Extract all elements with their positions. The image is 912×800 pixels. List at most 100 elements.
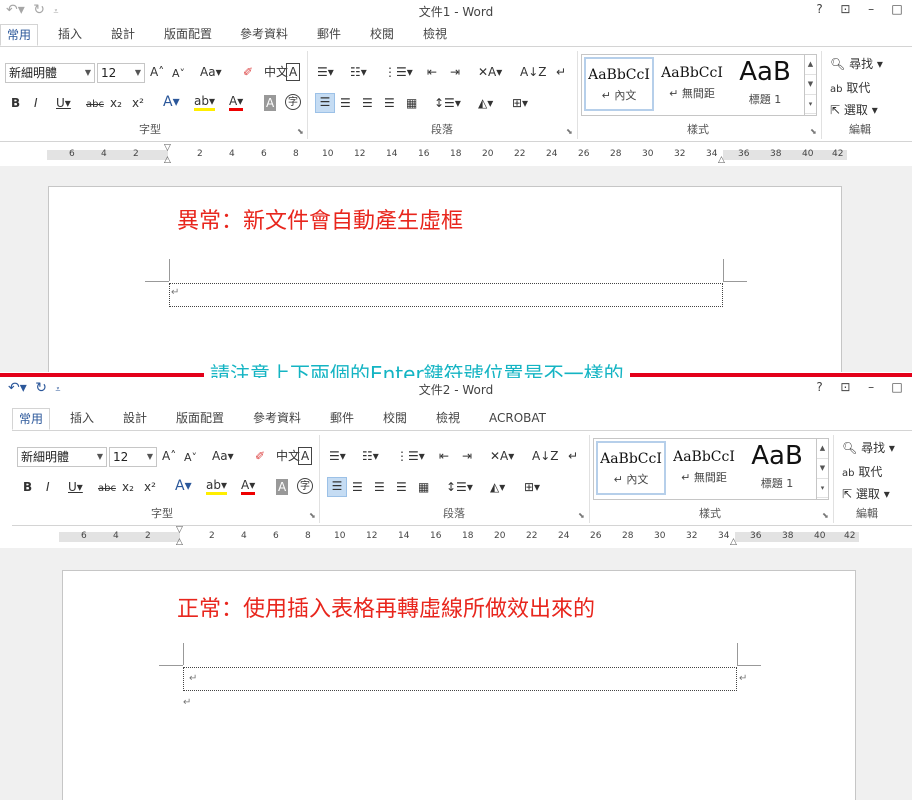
tab-acrobat[interactable]: ACROBAT: [483, 408, 552, 430]
character-shading-icon[interactable]: A: [264, 95, 277, 111]
asian-layout-icon[interactable]: ✕A▾: [478, 64, 502, 80]
scroll-down-icon[interactable]: ▼: [817, 459, 828, 479]
grow-font-icon[interactable]: A˄: [162, 448, 176, 464]
subscript-icon[interactable]: x₂: [122, 479, 134, 495]
scroll-up-icon[interactable]: ▲: [805, 55, 816, 75]
highlight-color-icon[interactable]: ab▾: [206, 479, 227, 495]
tab-insert[interactable]: 插入: [52, 24, 88, 46]
find-button[interactable]: 🔍︎ 尋找 ▾: [830, 55, 883, 72]
styles-scrollbar[interactable]: ▲ ▼ ▾: [816, 439, 828, 499]
phonetic-guide-icon[interactable]: 中文: [264, 64, 288, 80]
highlight-color-icon[interactable]: ab▾: [194, 95, 215, 111]
right-indent-marker[interactable]: △: [730, 537, 737, 547]
enclose-characters-icon[interactable]: 字: [285, 94, 301, 110]
dotted-table-frame[interactable]: [183, 667, 737, 691]
align-left-icon[interactable]: ☰: [315, 93, 335, 113]
clear-formatting-icon[interactable]: ✐: [243, 64, 253, 80]
bullets-icon[interactable]: ☰▾: [317, 64, 334, 80]
show-formatting-marks-icon[interactable]: ↵: [568, 448, 578, 464]
font-size-combo[interactable]: 12 ▼: [109, 447, 157, 467]
italic-icon[interactable]: I: [46, 479, 50, 495]
styles-scrollbar[interactable]: ▲ ▼ ▾: [804, 55, 816, 115]
tab-view[interactable]: 檢視: [417, 24, 453, 46]
help-button[interactable]: ?: [809, 2, 831, 16]
asian-layout-icon[interactable]: ✕A▾: [490, 448, 514, 464]
line-spacing-icon[interactable]: ↕☰▾: [446, 479, 473, 495]
first-line-indent-marker[interactable]: ▽: [164, 143, 171, 153]
ribbon-display-button[interactable]: ⊡: [834, 380, 856, 394]
phonetic-guide-icon[interactable]: 中文: [276, 448, 300, 464]
tab-layout[interactable]: 版面配置: [158, 24, 218, 46]
enclose-characters-icon[interactable]: 字: [297, 478, 313, 494]
shading-icon[interactable]: ◭▾: [490, 479, 505, 495]
character-border-icon[interactable]: A: [298, 447, 313, 465]
font-name-combo[interactable]: 新細明體 ▼: [17, 447, 107, 467]
tab-mailings[interactable]: 郵件: [324, 408, 360, 430]
minimize-button[interactable]: –: [860, 380, 882, 394]
tab-view[interactable]: 檢視: [430, 408, 466, 430]
clear-formatting-icon[interactable]: ✐: [255, 448, 265, 464]
italic-icon[interactable]: I: [34, 95, 38, 111]
first-line-indent-marker[interactable]: ▽: [176, 525, 183, 535]
minimize-button[interactable]: –: [860, 2, 882, 16]
align-center-icon[interactable]: ☰: [340, 95, 351, 111]
strikethrough-icon[interactable]: abc: [98, 481, 116, 497]
change-case-icon[interactable]: Aa▾: [200, 64, 222, 80]
grow-font-icon[interactable]: A˄: [150, 64, 164, 80]
tab-home[interactable]: 常用: [0, 24, 39, 46]
replace-button[interactable]: ab 取代: [830, 79, 870, 96]
style-heading-1[interactable]: AaB 標題 1: [730, 57, 800, 111]
text-effects-icon[interactable]: A▾: [163, 94, 180, 110]
select-button[interactable]: ⇱ 選取 ▾: [842, 485, 890, 502]
horizontal-ruler[interactable]: 6 4 2 2 4 6 8 10 12 14 16 18 20 22 24 26…: [59, 525, 859, 547]
multilevel-list-icon[interactable]: ⋮☰▾: [396, 448, 425, 464]
maximize-button[interactable]: □: [886, 2, 908, 16]
paragraph-dialog-launcher-icon[interactable]: ⬊: [566, 127, 573, 136]
superscript-icon[interactable]: x²: [144, 479, 156, 495]
increase-indent-icon[interactable]: ⇥: [462, 448, 472, 464]
font-color-icon[interactable]: A▾: [241, 479, 256, 495]
paragraph-dialog-launcher-icon[interactable]: ⬊: [578, 511, 585, 520]
text-effects-icon[interactable]: A▾: [175, 478, 192, 494]
ribbon-display-button[interactable]: ⊡: [834, 2, 856, 16]
scroll-up-icon[interactable]: ▲: [817, 439, 828, 459]
tab-review[interactable]: 校閱: [364, 24, 400, 46]
more-styles-icon[interactable]: ▾: [805, 95, 816, 115]
scroll-down-icon[interactable]: ▼: [805, 75, 816, 95]
character-shading-icon[interactable]: A: [276, 479, 289, 495]
maximize-button[interactable]: □: [886, 380, 908, 394]
distributed-icon[interactable]: ▦: [418, 479, 429, 495]
style-no-spacing[interactable]: AaBbCcI ↵ 無間距: [656, 57, 728, 111]
distributed-icon[interactable]: ▦: [406, 95, 417, 111]
style-no-spacing[interactable]: AaBbCcI ↵ 無間距: [668, 441, 740, 495]
styles-dialog-launcher-icon[interactable]: ⬊: [810, 127, 817, 136]
change-case-icon[interactable]: Aa▾: [212, 448, 234, 464]
dotted-border-frame[interactable]: [169, 283, 723, 307]
shrink-font-icon[interactable]: A˅: [172, 66, 185, 82]
underline-icon[interactable]: U▾: [68, 479, 83, 495]
style-heading-1[interactable]: AaB 標題 1: [742, 441, 812, 495]
font-dialog-launcher-icon[interactable]: ⬊: [309, 511, 316, 520]
tab-insert[interactable]: 插入: [64, 408, 100, 430]
superscript-icon[interactable]: x²: [132, 95, 144, 111]
styles-dialog-launcher-icon[interactable]: ⬊: [822, 511, 829, 520]
subscript-icon[interactable]: x₂: [110, 95, 122, 111]
style-normal[interactable]: AaBbCcI ↵ 內文: [584, 57, 654, 111]
hanging-indent-marker[interactable]: △: [176, 537, 183, 547]
align-right-icon[interactable]: ☰: [362, 95, 373, 111]
help-button[interactable]: ?: [809, 380, 831, 394]
sort-icon[interactable]: A↓Z: [532, 448, 558, 464]
right-indent-marker[interactable]: △: [718, 155, 725, 165]
sort-icon[interactable]: A↓Z: [520, 64, 546, 80]
tab-design[interactable]: 設計: [105, 24, 141, 46]
font-name-combo[interactable]: 新細明體 ▼: [5, 63, 95, 83]
numbering-icon[interactable]: ☷▾: [350, 64, 367, 80]
find-button[interactable]: 🔍︎ 尋找 ▾: [842, 439, 895, 456]
style-normal[interactable]: AaBbCcI ↵ 內文: [596, 441, 666, 495]
character-border-icon[interactable]: A: [286, 63, 301, 81]
shrink-font-icon[interactable]: A˅: [184, 450, 197, 466]
font-dialog-launcher-icon[interactable]: ⬊: [297, 127, 304, 136]
numbering-icon[interactable]: ☷▾: [362, 448, 379, 464]
line-spacing-icon[interactable]: ↕☰▾: [434, 95, 461, 111]
hanging-indent-marker[interactable]: △: [164, 155, 171, 165]
